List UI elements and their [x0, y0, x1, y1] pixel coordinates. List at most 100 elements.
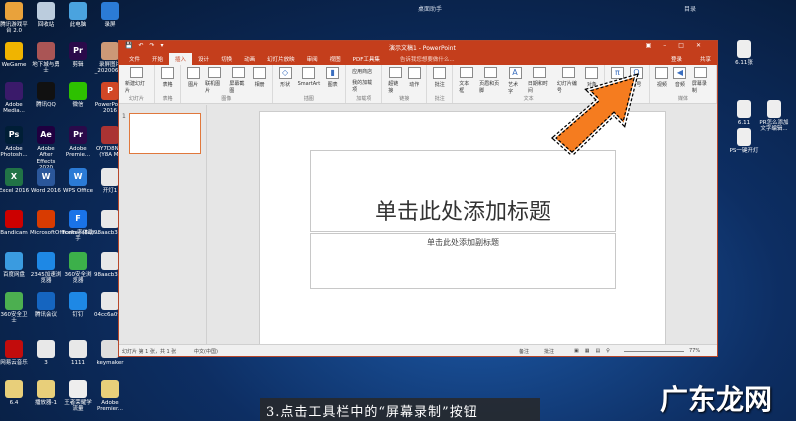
button-icon: A	[508, 67, 522, 79]
desktop-icon[interactable]: 腾讯会议	[30, 292, 62, 318]
desktop-icon[interactable]: X Excel 2016	[0, 168, 30, 194]
tab-5[interactable]: 动画	[238, 53, 261, 65]
tab-6[interactable]: 幻灯片放映	[261, 53, 301, 65]
desktop-icon[interactable]: Ps Adobe Photosh...	[0, 126, 30, 159]
ribbon-button[interactable]: 联机图片	[202, 67, 226, 94]
desktop-icon[interactable]: Adobe Media...	[0, 82, 30, 115]
app-icon	[37, 380, 55, 398]
ribbon-button[interactable]: 超链接	[385, 67, 405, 94]
desktop-icon[interactable]: W WPS Office	[62, 168, 94, 194]
desktop-icon[interactable]: 录屏	[94, 2, 126, 28]
desktop-icon[interactable]: 360安全浏览器	[62, 252, 94, 285]
desktop-icon[interactable]: 腾讯游戏平台 2.0	[0, 2, 30, 35]
slide-thumbnail[interactable]	[129, 113, 201, 154]
desktop-icon[interactable]: 地下城与勇士	[30, 42, 62, 75]
ribbon-group: 表格 表格	[155, 65, 182, 103]
ribbon-button[interactable]: ◇ 形状	[276, 67, 295, 94]
login-button[interactable]: 登录	[665, 53, 688, 65]
ribbon-button[interactable]: 动作	[405, 67, 423, 94]
desktop-icon[interactable]: 2345加速浏览器	[30, 252, 62, 285]
desktop-icon[interactable]: 6.4	[0, 380, 30, 406]
tab-1[interactable]: 开始	[146, 53, 169, 65]
desktop-icon[interactable]: MicrosoftOfficeInstallati...	[30, 210, 100, 236]
desktop-icon[interactable]: W Word 2016	[30, 168, 62, 194]
desktop-icon[interactable]: 1111	[62, 340, 94, 366]
ribbon-button[interactable]: 表格	[158, 67, 177, 94]
desktop-icon[interactable]: 腾讯QQ	[30, 82, 62, 108]
app-icon	[37, 210, 55, 228]
notes-button[interactable]: 备注	[519, 348, 529, 355]
app-icon	[69, 82, 87, 100]
desktop-icon[interactable]: 回收站	[30, 2, 62, 28]
ribbon-group: 视频 ◀ 音频 屏幕录制 媒体	[650, 65, 717, 103]
desktop-icon[interactable]: Pr Adobe Premie...	[62, 126, 94, 159]
desktop-icon[interactable]: 播放器-1	[30, 380, 62, 406]
desktop-icon[interactable]: WeGame	[0, 42, 30, 68]
tab-3[interactable]: 设计	[192, 53, 215, 65]
ribbon-button[interactable]: SmartArt	[295, 67, 324, 94]
quick-access-toolbar[interactable]: 💾↶↷▾	[125, 42, 170, 49]
file-icon	[767, 100, 781, 118]
share-button[interactable]: 共享	[694, 53, 717, 65]
title-placeholder[interactable]: 单击此处添加标题	[310, 150, 616, 232]
desktop-icon[interactable]: 钉钉	[62, 292, 94, 318]
desktop-icon[interactable]: F Fonts字体助手	[62, 210, 94, 243]
title-bar: 💾↶↷▾ 演示文稿1 - PowerPoint ▣–□✕	[119, 41, 717, 53]
desktop-icon[interactable]: 此电脑	[62, 2, 94, 28]
button-icon	[231, 67, 245, 78]
tab-4[interactable]: 切换	[215, 53, 238, 65]
button-label: 音频	[674, 82, 685, 88]
ribbon-button[interactable]: 相册	[251, 67, 269, 94]
ribbon-button[interactable]: ◀ 音频	[671, 67, 689, 94]
tab-8[interactable]: 视图	[324, 53, 347, 65]
desktop-icon[interactable]: 3	[30, 340, 62, 366]
button-icon	[694, 67, 708, 78]
group-label: 幻灯片	[129, 96, 145, 102]
group-label: 批注	[434, 96, 445, 102]
ribbon-button[interactable]: 视频	[653, 67, 671, 94]
ribbon-button[interactable]: 新建幻灯片	[122, 67, 151, 94]
button-label: 相册	[254, 82, 265, 88]
ribbon-button[interactable]: 屏幕截图	[226, 67, 250, 94]
subtitle-placeholder[interactable]: 单击此处添加副标题	[310, 233, 616, 289]
ribbon-button[interactable]: 页眉和页脚	[476, 67, 505, 94]
comments-button[interactable]: 批注	[544, 348, 554, 355]
language: 中文(中国)	[194, 349, 218, 355]
button-icon: ◀	[673, 67, 687, 79]
desktop-icon[interactable]: 360安全卫士	[0, 292, 30, 325]
tab-9[interactable]: PDF工具集	[347, 53, 386, 65]
desktop-icon[interactable]: 百度网盘	[0, 252, 30, 278]
ribbon-button[interactable]: 图片	[184, 67, 202, 94]
desktop-icon[interactable]: 网易云音乐	[0, 340, 30, 366]
desktop-icon[interactable]: Pr 剪辑	[62, 42, 94, 68]
desktop-icon[interactable]: Bandicam	[0, 210, 30, 236]
desktop-icon[interactable]: 6.11	[728, 100, 760, 126]
tab-0[interactable]: 文件	[123, 53, 146, 65]
app-icon: Pr	[69, 42, 87, 60]
ribbon-button[interactable]: 文本框	[456, 67, 476, 94]
desktop-icon[interactable]: 6.11张	[728, 40, 760, 66]
icon-label: Excel 2016	[0, 188, 30, 194]
app-icon	[101, 126, 119, 144]
zoom-slider[interactable]	[624, 351, 684, 352]
desktop-icon[interactable]: PS一键开灯	[728, 128, 760, 154]
tell-me-search[interactable]: 告诉我您想要做什么...	[394, 53, 461, 65]
desktop-icon[interactable]: 王者荣耀学流量	[62, 380, 94, 413]
desktop-icon[interactable]: 微信	[62, 82, 94, 108]
desktop-icon[interactable]: AeAdobe After Effects 2020	[30, 126, 62, 171]
ribbon-button[interactable]: 屏幕录制	[689, 67, 713, 94]
window-controls[interactable]: ▣–□✕	[646, 42, 713, 49]
ribbon-button[interactable]: 应用商店	[352, 68, 375, 75]
ribbon-button[interactable]: 批注	[430, 67, 449, 94]
button-label: 艺术字	[508, 82, 519, 95]
ribbon-button[interactable]: 我的加载项	[352, 79, 375, 93]
button-label: 文本框	[459, 81, 470, 94]
desktop-icon[interactable]: PR怎么添加文字编辑...	[758, 100, 790, 133]
tab-7[interactable]: 审阅	[301, 53, 324, 65]
view-buttons[interactable]: ▣▦▤♀	[574, 348, 616, 354]
tab-2[interactable]: 插入	[169, 53, 193, 65]
desktop-icon[interactable]: Adobe Premier...	[94, 380, 126, 413]
ribbon-button[interactable]: A 艺术字	[505, 67, 525, 95]
ribbon-button[interactable]: ▮ 图表	[323, 67, 342, 94]
icon-label: 腾讯游戏平台 2.0	[0, 22, 28, 35]
